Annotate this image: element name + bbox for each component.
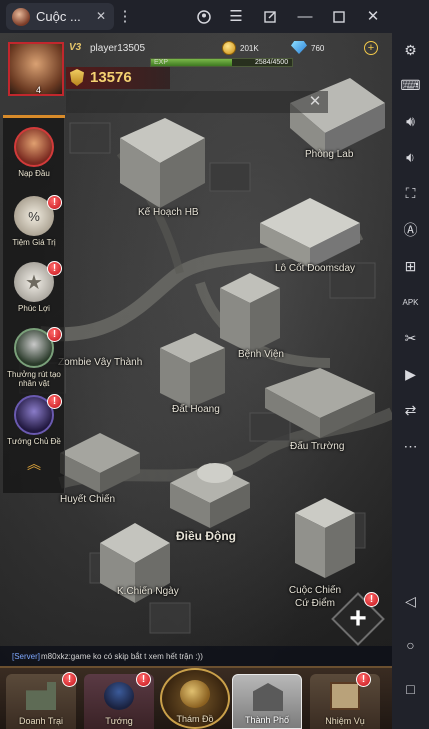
place-dau-truong[interactable]: Đấu Trường xyxy=(290,441,344,452)
volume-down-icon[interactable]: 🔉︎ xyxy=(398,145,423,170)
avatar-level: 4 xyxy=(36,85,42,95)
nav-label: Thám Đồ xyxy=(176,714,214,724)
building-cuoc-chien-cu-diem xyxy=(295,498,355,578)
nav-label: Nhiệm Vụ xyxy=(325,716,365,726)
back-icon[interactable]: ◁ xyxy=(398,589,423,614)
general-icon xyxy=(104,682,134,710)
building-dat-hoang xyxy=(160,333,225,408)
nav-label: Thành Phố xyxy=(244,715,290,725)
menu-icon[interactable]: ☰ xyxy=(225,6,247,28)
close-icon[interactable]: ✕ xyxy=(307,94,323,110)
nav-thanh-pho[interactable]: Thành Phố xyxy=(232,674,302,729)
popout-icon[interactable] xyxy=(259,6,281,28)
event-label: Phúc Lợi xyxy=(18,304,50,313)
more-icon[interactable]: ⋯ xyxy=(398,434,423,459)
minimize-icon[interactable]: — xyxy=(294,6,316,28)
event-thuong-rut-tao-nhan-vat[interactable]: ! Thưởng rút tạo nhân vật xyxy=(5,327,63,390)
globe-icon xyxy=(180,680,210,708)
alert-icon: ! xyxy=(364,592,379,607)
alert-icon: ! xyxy=(47,394,62,409)
event-nap-dau[interactable]: Nạp Đầu xyxy=(5,127,63,189)
alert-icon: ! xyxy=(47,327,62,342)
title-bar: Cuộc ... ✕ ⋮ ☰ — ✕ « xyxy=(0,0,429,33)
exp-value: 2584/4500 xyxy=(255,59,289,66)
power-value: 13576 xyxy=(90,69,132,86)
event-sidebar-accent xyxy=(3,115,65,118)
recents-icon[interactable]: □ xyxy=(398,677,423,702)
place-k-chien-ngay[interactable]: K.Chiến Ngày xyxy=(117,586,179,597)
truck-icon xyxy=(26,682,56,710)
scissors-icon[interactable]: ✂ xyxy=(398,326,423,351)
account-icon[interactable] xyxy=(193,6,215,28)
place-dieu-dong[interactable]: Điều Động xyxy=(176,529,236,543)
game-viewport[interactable]: Phòng Lab Kế Hoạch HB Lô Cốt Doomsday Zo… xyxy=(0,33,392,729)
sync-icon[interactable]: ⇄ xyxy=(398,398,423,423)
fullscreen-icon[interactable]: ⛶ xyxy=(398,181,423,206)
event-label: Thưởng rút tạo nhân vật xyxy=(7,370,61,388)
first-recharge-icon xyxy=(14,127,54,167)
volume-up-icon[interactable]: 🔊︎ xyxy=(398,109,423,134)
quest-scroll-icon xyxy=(330,682,360,710)
chat-message: m80xkz:game ko có skip bắt t xem hết trậ… xyxy=(41,651,203,661)
building-ke-hoach-hb xyxy=(120,118,205,208)
screenshot-icon[interactable]: ⊞ xyxy=(398,254,423,279)
auto-rotate-icon[interactable]: Ⓐ xyxy=(398,218,423,243)
place-zombie-vay-thanh[interactable]: Zombie Vây Thành xyxy=(58,357,142,368)
tab-menu-icon[interactable]: ⋮ xyxy=(114,6,136,28)
place-dat-hoang[interactable]: Đất Hoang xyxy=(172,404,220,415)
gold-coin-icon xyxy=(222,41,236,55)
place-huyet-chien[interactable]: Huyết Chiến xyxy=(60,494,115,505)
alert-icon: ! xyxy=(47,195,62,210)
event-phuc-loi[interactable]: ★ ! Phúc Lợi xyxy=(5,261,63,324)
close-tab-icon[interactable]: ✕ xyxy=(94,9,108,23)
alert-icon: ! xyxy=(356,672,371,687)
add-currency-button[interactable]: + xyxy=(364,41,378,55)
emulator-sidebar: ⚙ ⌨ 🔊︎ 🔉︎ ⛶ Ⓐ ⊞ APK ✂ ▶ ⇄ ⋯ ◁ ○ □ xyxy=(392,0,429,729)
building-benh-vien xyxy=(220,273,280,353)
app-tab[interactable]: Cuộc ... ✕ xyxy=(6,3,114,30)
chat-channel-tag: [Server] xyxy=(12,651,41,661)
maximize-icon[interactable] xyxy=(328,6,350,28)
emulator-window: Cuộc ... ✕ ⋮ ☰ — ✕ « xyxy=(0,0,429,729)
install-apk-icon[interactable]: APK xyxy=(398,290,423,315)
player-avatar[interactable]: 4 xyxy=(8,42,64,96)
city-hall-icon xyxy=(253,683,283,711)
event-label: Tướng Chủ Đề xyxy=(7,437,61,446)
notice-strip xyxy=(66,91,328,113)
nav-tham-do[interactable]: Thám Đồ xyxy=(160,668,230,729)
event-tiem-gia-tri[interactable]: % ! Tiệm Giá Trị xyxy=(5,195,63,258)
nav-label: Doanh Trại xyxy=(18,716,64,726)
home-icon[interactable]: ○ xyxy=(398,633,423,658)
video-record-icon[interactable]: ▶ xyxy=(398,362,423,387)
gold-amount: 201K xyxy=(240,44,259,53)
vip-badge[interactable]: V3 xyxy=(69,42,81,53)
tab-title: Cuộc ... xyxy=(36,9,81,24)
place-lo-cot-doomsday[interactable]: Lô Cốt Doomsday xyxy=(275,263,355,274)
nav-doanh-trai[interactable]: ! Doanh Trại xyxy=(6,672,77,729)
nav-tuong[interactable]: ! Tướng xyxy=(84,672,154,729)
close-window-icon[interactable]: ✕ xyxy=(362,6,384,28)
place-ke-hoach-hb[interactable]: Kế Hoạch HB xyxy=(138,207,199,218)
event-tuong-chu-de[interactable]: ! Tướng Chủ Đề xyxy=(5,394,63,457)
chevron-up-icon[interactable]: ︽ xyxy=(24,457,44,471)
event-label: Nạp Đầu xyxy=(18,169,50,178)
nav-nhiem-vu[interactable]: ! Nhiệm Vụ xyxy=(310,672,380,729)
nav-label: Tướng xyxy=(105,716,133,726)
event-label: Tiệm Giá Trị xyxy=(12,238,56,247)
keyboard-icon[interactable]: ⌨ xyxy=(398,73,423,98)
alert-icon: ! xyxy=(47,261,62,276)
bottom-nav: ! Doanh Trại ! Tướng Thám Đồ Thành Phố !… xyxy=(0,666,392,729)
settings-gear-icon[interactable]: ⚙ xyxy=(398,38,423,63)
place-benh-vien[interactable]: Bệnh Viện xyxy=(238,349,284,360)
gem-amount: 760 xyxy=(311,44,325,53)
building-phong-lab xyxy=(290,78,385,158)
alert-icon: ! xyxy=(136,672,151,687)
chat-ticker[interactable]: [Server] m80xkz:game ko có skip bắt t xe… xyxy=(0,646,392,666)
alert-icon: ! xyxy=(62,672,77,687)
exp-label: EXP xyxy=(154,59,169,66)
place-cuoc-chien-cu-diem[interactable]: Cuộc Chiến Cứ Điểm xyxy=(283,584,347,610)
app-icon xyxy=(12,7,30,26)
place-phong-lab[interactable]: Phòng Lab xyxy=(305,149,353,160)
player-name: player13505 xyxy=(90,43,146,54)
